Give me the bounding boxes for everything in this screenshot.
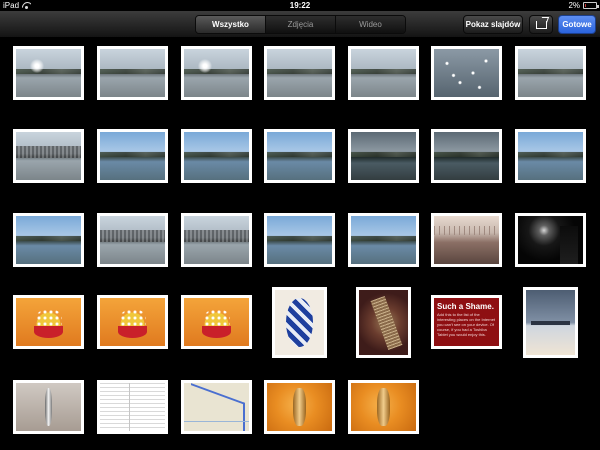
photo-thumbnail[interactable] [264, 213, 335, 267]
done-button[interactable]: Gotowe [558, 15, 596, 34]
photo-thumbnail[interactable] [523, 287, 578, 358]
photo-thumbnail[interactable] [348, 213, 419, 267]
status-time: 19:22 [289, 1, 311, 10]
photo-thumbnail[interactable] [13, 295, 84, 349]
photo-thumbnail[interactable] [97, 129, 168, 183]
photo-thumbnail[interactable] [264, 380, 335, 434]
segment-video[interactable]: Wideo [336, 16, 405, 33]
photo-thumbnail[interactable] [431, 46, 502, 100]
photo-thumbnail[interactable] [181, 380, 252, 434]
photo-grid: Such a Shame. Add this to the list of th… [0, 38, 600, 450]
photo-thumbnail[interactable] [348, 129, 419, 183]
photo-thumbnail[interactable] [13, 213, 84, 267]
battery-icon [583, 2, 599, 9]
media-filter-segmented-control: Wszystko Zdjęcia Wideo [195, 15, 406, 34]
photo-thumbnail[interactable] [348, 46, 419, 100]
photo-thumbnail[interactable] [348, 380, 419, 434]
battery-fill [585, 4, 586, 7]
photo-thumbnail[interactable] [97, 46, 168, 100]
photo-thumbnail[interactable] [181, 295, 252, 349]
photo-thumbnail[interactable] [356, 287, 411, 358]
toolbar: Wszystko Zdjęcia Wideo Pokaz slajdów Got… [0, 11, 600, 38]
photo-thumbnail[interactable] [515, 129, 586, 183]
photo-thumbnail[interactable] [13, 129, 84, 183]
status-bar: iPad 19:22 2% [0, 0, 600, 11]
share-button[interactable] [529, 15, 553, 34]
photo-thumbnail[interactable] [431, 129, 502, 183]
photo-thumbnail[interactable] [272, 287, 327, 358]
shame-title: Such a Shame. [437, 302, 494, 311]
photo-thumbnail[interactable] [515, 46, 586, 100]
photo-thumbnail[interactable] [181, 129, 252, 183]
segment-all[interactable]: Wszystko [196, 16, 266, 33]
share-icon [536, 21, 547, 29]
photo-thumbnail[interactable] [97, 213, 168, 267]
photo-thumbnail[interactable] [264, 129, 335, 183]
status-right: 2% [568, 0, 599, 11]
shame-body: Add this to the list of the interesting … [437, 312, 496, 337]
photo-thumbnail[interactable] [264, 46, 335, 100]
such-a-shame-image: Such a Shame. Add this to the list of th… [434, 298, 499, 346]
photo-thumbnail[interactable]: Such a Shame. Add this to the list of th… [431, 295, 502, 349]
photo-thumbnail[interactable] [97, 295, 168, 349]
photo-thumbnail[interactable] [13, 380, 84, 434]
photo-thumbnail[interactable] [97, 380, 168, 434]
photo-thumbnail[interactable] [515, 213, 586, 267]
photo-thumbnail[interactable] [13, 46, 84, 100]
segment-photos[interactable]: Zdjęcia [266, 16, 336, 33]
photo-thumbnail[interactable] [431, 213, 502, 267]
photo-thumbnail[interactable] [181, 213, 252, 267]
photo-thumbnail[interactable] [181, 46, 252, 100]
slideshow-button[interactable]: Pokaz slajdów [463, 15, 523, 34]
battery-percent: 2% [568, 1, 580, 10]
